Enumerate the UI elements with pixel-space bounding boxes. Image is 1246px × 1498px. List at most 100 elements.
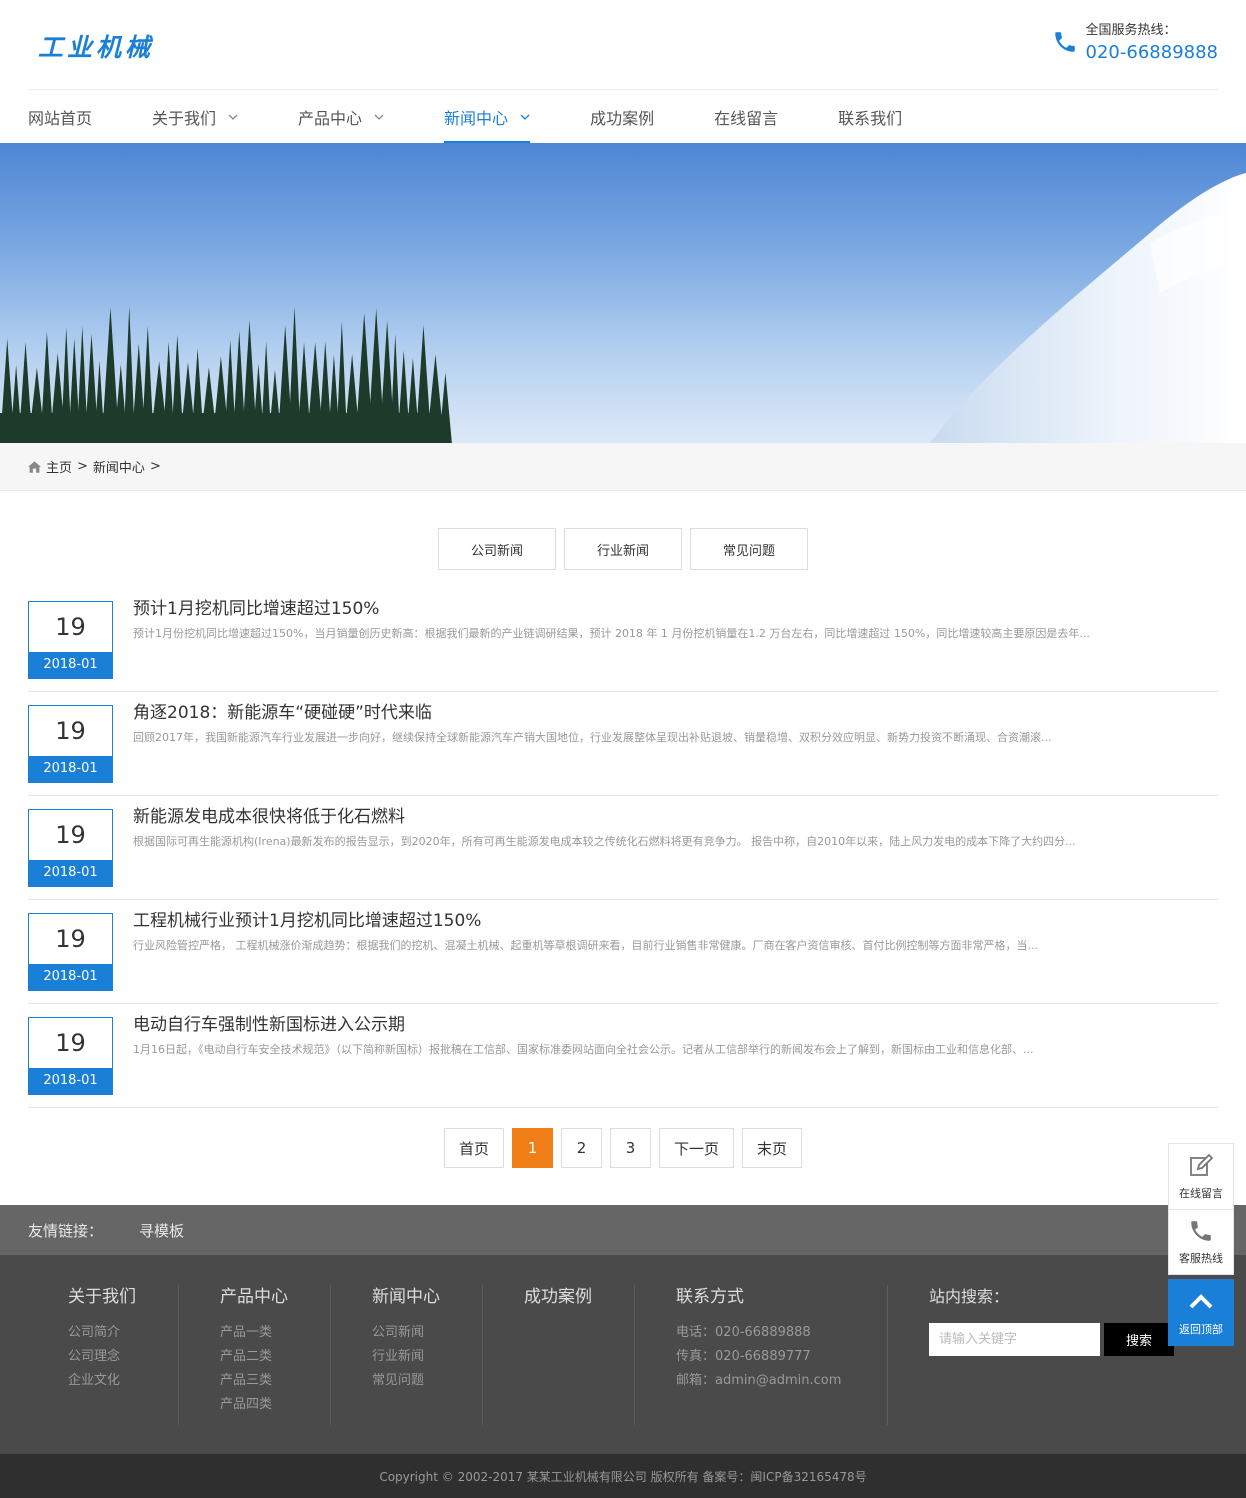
footer-col-title[interactable]: 关于我们 bbox=[68, 1285, 178, 1309]
footer-col-title[interactable]: 成功案例 bbox=[524, 1285, 634, 1309]
news-day: 19 bbox=[55, 716, 86, 745]
nav-item-label: 成功案例 bbox=[590, 108, 655, 128]
chevron-down-icon bbox=[520, 114, 530, 120]
forest-base bbox=[0, 413, 440, 443]
footer-col-0: 关于我们公司简介 公司理念 企业文化 bbox=[68, 1285, 179, 1425]
news-item[interactable]: 19 2018-01 电动自行车强制性新国标进入公示期 1月16日起，《电动自行车安全… bbox=[28, 1004, 1218, 1108]
tab-faq[interactable]: 常见问题 bbox=[690, 528, 808, 570]
footer-search-button[interactable]: 搜索 bbox=[1104, 1323, 1174, 1356]
footer-link[interactable]: 常见问题 bbox=[372, 1369, 482, 1393]
friend-links-label: 友情链接： bbox=[28, 1221, 104, 1240]
footer-link[interactable]: 产品三类 bbox=[220, 1369, 330, 1393]
nav-item-4[interactable]: 成功案例 bbox=[590, 90, 654, 143]
pager-next-button[interactable]: 下一页 bbox=[658, 1128, 734, 1168]
news-day: 19 bbox=[55, 1028, 86, 1057]
tab-industry-news[interactable]: 行业新闻 bbox=[564, 528, 682, 570]
footer-col-2: 新闻中心公司新闻 行业新闻 常见问题 bbox=[372, 1285, 483, 1425]
page-banner bbox=[0, 143, 1246, 443]
nav-item-6[interactable]: 联系我们 bbox=[838, 90, 902, 143]
site-header: 工业机械 全国服务热线： 020-66889888 bbox=[28, 0, 1218, 90]
nav-item-label: 在线留言 bbox=[714, 108, 779, 128]
nav-item-0[interactable]: 网站首页 bbox=[28, 90, 92, 143]
hotline-number: 020-66889888 bbox=[1085, 42, 1218, 63]
footer-link[interactable]: 产品二类 bbox=[220, 1345, 330, 1369]
footer-col-title[interactable]: 联系方式 bbox=[676, 1285, 887, 1309]
tab-company-news[interactable]: 公司新闻 bbox=[438, 528, 556, 570]
hotline: 全国服务热线： 020-66889888 bbox=[1052, 20, 1218, 64]
site-logo[interactable]: 工业机械 bbox=[38, 28, 154, 64]
news-date: 19 2018-01 bbox=[28, 600, 113, 679]
news-category-tabs: 公司新闻 行业新闻 常见问题 bbox=[0, 528, 1246, 570]
nav-item-3[interactable]: 新闻中心 bbox=[444, 90, 531, 143]
breadcrumb-home[interactable]: 主页 bbox=[46, 457, 72, 476]
breadcrumb: 主页 > 新闻中心 > bbox=[0, 443, 1246, 491]
news-date: 19 2018-01 bbox=[28, 704, 113, 783]
news-item[interactable]: 19 2018-01 工程机械行业预计1月挖机同比增速超过150% 行业风险管控严格，… bbox=[28, 900, 1218, 1004]
main-nav: 网站首页 关于我们 产品中心 新闻中心 成功案例 在线留言 联系我们 bbox=[28, 90, 1218, 143]
footer-col-title[interactable]: 新闻中心 bbox=[372, 1285, 482, 1309]
news-summary: 行业风险管控严格， 工程机械涨价渐成趋势：根据我们的挖机、混凝土机械、起重机等草… bbox=[133, 939, 1038, 952]
news-summary: 根据国际可再生能源机构(Irena)最新发布的报告显示，到2020年，所有可再生… bbox=[133, 835, 1076, 848]
back-to-top-label: 返回顶部 bbox=[1179, 1323, 1223, 1336]
news-item[interactable]: 19 2018-01 预计1月挖机同比增速超过150% 预计1月份挖机同比增速超过15… bbox=[28, 588, 1218, 692]
news-item[interactable]: 19 2018-01 新能源发电成本很快将低于化石燃料根据国际可再生能源机构(Ire… bbox=[28, 796, 1218, 900]
chevron-up-icon bbox=[1189, 1294, 1213, 1309]
footer-link[interactable]: 公司理念 bbox=[68, 1345, 178, 1369]
breadcrumb-sep: > bbox=[77, 459, 88, 474]
pager-last-button[interactable]: 末页 bbox=[742, 1128, 803, 1168]
news-year-month: 2018-01 bbox=[29, 651, 112, 678]
news-title[interactable]: 电动自行车强制性新国标进入公示期 bbox=[133, 1014, 1213, 1036]
banner-image bbox=[0, 173, 1246, 443]
footer-link[interactable]: 公司简介 bbox=[68, 1321, 178, 1345]
footer-link[interactable]: 公司新闻 bbox=[372, 1321, 482, 1345]
friend-link[interactable]: 寻模板 bbox=[139, 1220, 184, 1241]
footer-link[interactable]: 企业文化 bbox=[68, 1369, 178, 1393]
news-summary: 1月16日起，《电动自行车安全技术规范》（以下简称新国标）报批稿在工信部、国家标… bbox=[133, 1043, 1034, 1056]
nav-item-2[interactable]: 产品中心 bbox=[298, 90, 384, 143]
footer-search: 站内搜索： 搜索 bbox=[929, 1285, 1174, 1356]
side-hotline-label: 客服热线 bbox=[1179, 1252, 1223, 1265]
footer-col-3: 成功案例 bbox=[524, 1285, 635, 1425]
tree-shape bbox=[438, 372, 452, 443]
side-message-button[interactable]: 在线留言 bbox=[1168, 1143, 1234, 1209]
footer-link[interactable]: 电话：020-66889888 bbox=[676, 1321, 887, 1345]
chevron-down-icon bbox=[374, 114, 384, 120]
footer-link[interactable]: 传真：020-66889777 bbox=[676, 1345, 887, 1369]
news-year-month: 2018-01 bbox=[29, 859, 112, 886]
news-year-month: 2018-01 bbox=[29, 963, 112, 990]
nav-item-label: 网站首页 bbox=[28, 108, 93, 128]
news-title[interactable]: 预计1月挖机同比增速超过150% bbox=[133, 598, 1213, 620]
news-title[interactable]: 角逐2018：新能源车“硬碰硬”时代来临 bbox=[133, 702, 1213, 724]
news-day: 19 bbox=[55, 924, 86, 953]
back-to-top-button[interactable]: 返回顶部 bbox=[1168, 1279, 1234, 1346]
footer-link[interactable]: 邮箱：admin@admin.com bbox=[676, 1369, 887, 1393]
footer-link[interactable]: 产品四类 bbox=[220, 1393, 330, 1417]
pagination: 首页 1 2 3 下一页 末页 bbox=[0, 1128, 1246, 1168]
footer-link[interactable]: 行业新闻 bbox=[372, 1345, 482, 1369]
news-date: 19 2018-01 bbox=[28, 1016, 113, 1095]
news-item[interactable]: 19 2018-01 角逐2018：新能源车“硬碰硬”时代来临 回顾2017年，我国新… bbox=[28, 692, 1218, 796]
nav-item-1[interactable]: 关于我们 bbox=[152, 90, 238, 143]
footer-col-title[interactable]: 产品中心 bbox=[220, 1285, 330, 1309]
news-date: 19 2018-01 bbox=[28, 912, 113, 991]
side-float-bar: 在线留言 客服热线 返回顶部 bbox=[1168, 1143, 1234, 1346]
pager-page-1[interactable]: 1 bbox=[511, 1128, 553, 1168]
phone-icon bbox=[1054, 32, 1075, 52]
pager-first-button[interactable]: 首页 bbox=[443, 1128, 504, 1168]
news-title[interactable]: 新能源发电成本很快将低于化石燃料 bbox=[133, 806, 1213, 828]
hotline-label: 全国服务热线： bbox=[1085, 23, 1177, 38]
site-footer: 联系方式电话：020-66889888 传真：020-66889777 邮箱：adm… bbox=[0, 1255, 1246, 1454]
side-hotline-button[interactable]: 客服热线 bbox=[1168, 1209, 1234, 1275]
side-message-label: 在线留言 bbox=[1179, 1186, 1223, 1200]
news-year-month: 2018-01 bbox=[29, 1067, 112, 1094]
pager-page-3[interactable]: 3 bbox=[609, 1128, 651, 1168]
news-title[interactable]: 工程机械行业预计1月挖机同比增速超过150% bbox=[133, 910, 1213, 932]
news-date: 19 2018-01 bbox=[28, 808, 113, 887]
footer-link[interactable]: 产品一类 bbox=[220, 1321, 330, 1345]
pager-page-2[interactable]: 2 bbox=[560, 1128, 602, 1168]
nav-item-5[interactable]: 在线留言 bbox=[714, 90, 778, 143]
footer-search-input[interactable] bbox=[929, 1323, 1100, 1356]
news-year-month: 2018-01 bbox=[29, 755, 112, 782]
news-day: 19 bbox=[55, 820, 86, 849]
breadcrumb-current[interactable]: 新闻中心 bbox=[93, 457, 145, 476]
